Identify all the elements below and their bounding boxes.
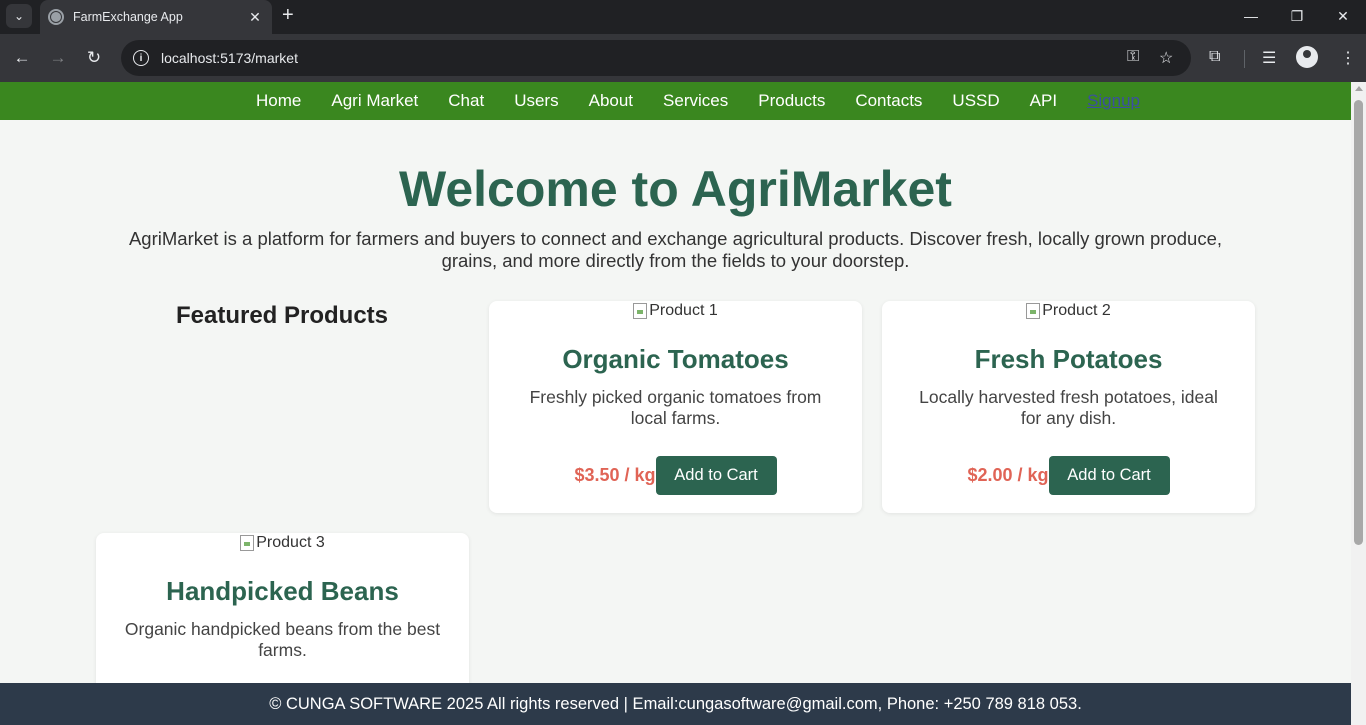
footer-text: © CUNGA SOFTWARE 2025 All rights reserve…	[269, 694, 1082, 713]
page-footer: © CUNGA SOFTWARE 2025 All rights reserve…	[0, 683, 1351, 725]
forward-icon[interactable]: →	[46, 46, 70, 70]
restore-icon[interactable]: ❐	[1274, 0, 1320, 32]
add-to-cart-button[interactable]: Add to Cart	[1048, 456, 1170, 495]
back-icon[interactable]: ←	[10, 46, 34, 70]
product-name: Fresh Potatoes	[974, 344, 1163, 374]
url-text[interactable]: localhost:5173/market	[161, 50, 298, 66]
extensions-icon[interactable]: ⧉	[1209, 48, 1220, 66]
product-image-alt: Product 2	[1042, 302, 1111, 319]
tab-list-icon[interactable]: ⌄	[6, 4, 32, 28]
star-icon[interactable]: ☆	[1159, 48, 1173, 68]
scrollbar-thumb[interactable]	[1354, 100, 1363, 545]
globe-icon	[48, 9, 64, 25]
product-description: Locally harvested fresh potatoes, ideal …	[919, 387, 1218, 428]
broken-image-icon	[1026, 303, 1041, 319]
product-description: Freshly picked organic tomatoes from loc…	[529, 387, 822, 428]
nav-agri-market[interactable]: Agri Market	[331, 91, 418, 111]
product-card: Product 2 Fresh Potatoes Locally harvest…	[882, 301, 1255, 513]
add-to-cart-button[interactable]: Add to Cart	[655, 456, 777, 495]
product-image-alt: Product 3	[256, 534, 325, 551]
product-image: Product 3	[240, 533, 325, 553]
close-tab-icon[interactable]: ✕	[246, 9, 264, 26]
product-name: Handpicked Beans	[166, 576, 399, 606]
product-image-alt: Product 1	[649, 302, 718, 319]
nav-signup-link[interactable]: Signup	[1087, 91, 1140, 111]
nav-products[interactable]: Products	[758, 91, 825, 111]
address-bar[interactable]: i localhost:5173/market ⚿ ☆	[121, 40, 1191, 76]
product-card: Product 3 Handpicked Beans Organic handp…	[96, 533, 469, 703]
new-tab-icon[interactable]: +	[282, 5, 294, 25]
nav-ussd[interactable]: USSD	[952, 91, 999, 111]
product-description: Organic handpicked beans from the best f…	[124, 619, 441, 660]
tab-title: FarmExchange App	[73, 10, 183, 24]
page-scrollbar[interactable]	[1351, 82, 1366, 725]
menu-icon[interactable]: ⋮	[1340, 48, 1356, 68]
browser-tab[interactable]: FarmExchange App ✕	[40, 0, 272, 34]
product-purchase-row: $2.00 / kg Add to Cart	[882, 456, 1255, 495]
nav-about[interactable]: About	[589, 91, 633, 111]
nav-contacts[interactable]: Contacts	[855, 91, 922, 111]
nav-api[interactable]: API	[1030, 91, 1057, 111]
intro-text: AgriMarket is a platform for farmers and…	[128, 228, 1223, 271]
broken-image-icon	[633, 303, 648, 319]
product-name: Organic Tomatoes	[562, 344, 789, 374]
page-viewport: Home Agri Market Chat Users About Servic…	[0, 82, 1351, 725]
browser-toolbar: ← → ↻ i localhost:5173/market ⚿ ☆ ⧉ ☰ ⋮	[0, 34, 1366, 82]
media-icon[interactable]: ☰	[1262, 48, 1276, 68]
scroll-up-icon[interactable]	[1355, 86, 1363, 91]
site-info-icon[interactable]: i	[133, 50, 149, 66]
close-window-icon[interactable]: ✕	[1320, 0, 1366, 32]
nav-chat[interactable]: Chat	[448, 91, 484, 111]
page-title: Welcome to AgriMarket	[399, 161, 952, 217]
key-icon[interactable]: ⚿	[1127, 48, 1139, 66]
product-image: Product 1	[633, 301, 718, 321]
nav-services[interactable]: Services	[663, 91, 728, 111]
profile-icon[interactable]	[1296, 46, 1318, 68]
main-nav: Home Agri Market Chat Users About Servic…	[0, 82, 1351, 120]
product-card: Product 1 Organic Tomatoes Freshly picke…	[489, 301, 862, 513]
product-price: $3.50 / kg	[574, 465, 656, 485]
toolbar-divider	[1244, 50, 1245, 68]
product-image: Product 2	[1026, 301, 1111, 321]
broken-image-icon	[240, 535, 255, 551]
minimize-icon[interactable]: —	[1228, 0, 1274, 32]
nav-users[interactable]: Users	[514, 91, 558, 111]
product-price: $2.00 / kg	[967, 465, 1049, 485]
featured-products-heading: Featured Products	[175, 302, 389, 329]
reload-icon[interactable]: ↻	[82, 46, 106, 70]
browser-tab-bar: ⌄ FarmExchange App ✕ + — ❐ ✕	[0, 0, 1366, 34]
product-purchase-row: $3.50 / kg Add to Cart	[489, 456, 862, 495]
nav-home[interactable]: Home	[256, 91, 301, 111]
